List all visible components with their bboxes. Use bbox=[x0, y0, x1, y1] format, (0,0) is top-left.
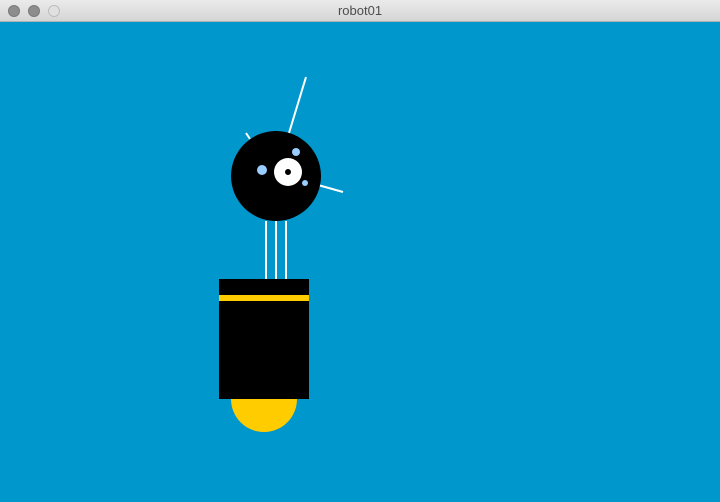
robot-drawing bbox=[219, 76, 344, 432]
title-bar[interactable]: robot01 bbox=[0, 0, 720, 22]
robot-pupil bbox=[285, 169, 291, 175]
head-spot-left bbox=[257, 165, 267, 175]
antenna-short-left bbox=[245, 132, 251, 140]
antenna-long bbox=[288, 76, 307, 134]
body-stripe bbox=[219, 295, 309, 301]
antenna-right bbox=[317, 184, 344, 193]
head-spot-right bbox=[302, 180, 308, 186]
app-window: robot01 bbox=[0, 0, 720, 502]
head-spot-top bbox=[292, 148, 300, 156]
sketch-canvas[interactable] bbox=[0, 22, 720, 502]
window-title: robot01 bbox=[337, 3, 383, 18]
